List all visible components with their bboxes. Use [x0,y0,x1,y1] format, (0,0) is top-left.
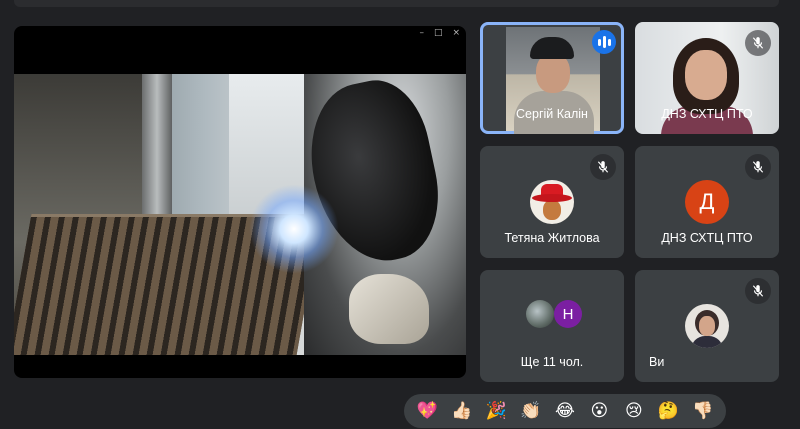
more-participants-tile[interactable]: Н Ще 11 чол. [480,270,624,382]
thumbs-up-reaction-button[interactable]: 👍🏻 [448,397,476,425]
participant-name: Ви [649,355,665,369]
tears-of-joy-reaction-button[interactable]: 😂 [551,397,579,425]
avatar [685,304,729,348]
mic-off-icon [745,154,771,180]
more-participants-label: Ще 11 чол. [520,355,584,369]
mic-off-icon [745,278,771,304]
participant-name: Сергій Калін [516,107,588,121]
participant-tile-serhii[interactable]: Сергій Калін [480,22,624,134]
participant-name: ДНЗ СХТЦ ПТО [661,107,753,121]
mic-off-icon [590,154,616,180]
participant-tile-dnz-avatar[interactable]: Д ДНЗ СХТЦ ПТО [635,146,779,258]
window-controls: – □ × [419,28,460,38]
reactions-bar: 💖 👍🏻 🎉 👏🏻 😂 😮 😢 🤔 👎🏻 [404,394,726,428]
participant-tile-tetiana[interactable]: Тетяна Житлова [480,146,624,258]
shared-screen[interactable]: – □ × [14,26,466,378]
party-popper-reaction-button[interactable]: 🎉 [482,397,510,425]
thumbs-down-reaction-button[interactable]: 👎🏻 [689,397,717,425]
close-icon[interactable]: × [452,28,460,38]
welding-arc-flash [249,184,339,274]
thinking-reaction-button[interactable]: 🤔 [654,397,682,425]
minimize-icon[interactable]: – [419,28,424,38]
audio-level-icon [592,30,616,54]
participant-name: ДНЗ СХТЦ ПТО [661,231,753,245]
sparkling-heart-reaction-button[interactable]: 💖 [413,397,441,425]
clapping-hands-reaction-button[interactable]: 👏🏻 [517,397,545,425]
avatar [530,180,574,224]
astonished-reaction-button[interactable]: 😮 [585,397,613,425]
participant-name: Тетяна Житлова [504,231,600,245]
participant-tile-self[interactable]: Ви [635,270,779,382]
crying-reaction-button[interactable]: 😢 [620,397,648,425]
mic-off-icon [745,30,771,56]
participant-tile-dnz-video[interactable]: ДНЗ СХТЦ ПТО [635,22,779,134]
top-bar [14,0,779,7]
avatar [526,300,554,328]
avatar: Н [554,300,582,328]
maximize-icon[interactable]: □ [434,28,443,38]
avatar: Д [685,180,729,224]
glove [349,274,429,344]
welding-video [14,74,466,355]
